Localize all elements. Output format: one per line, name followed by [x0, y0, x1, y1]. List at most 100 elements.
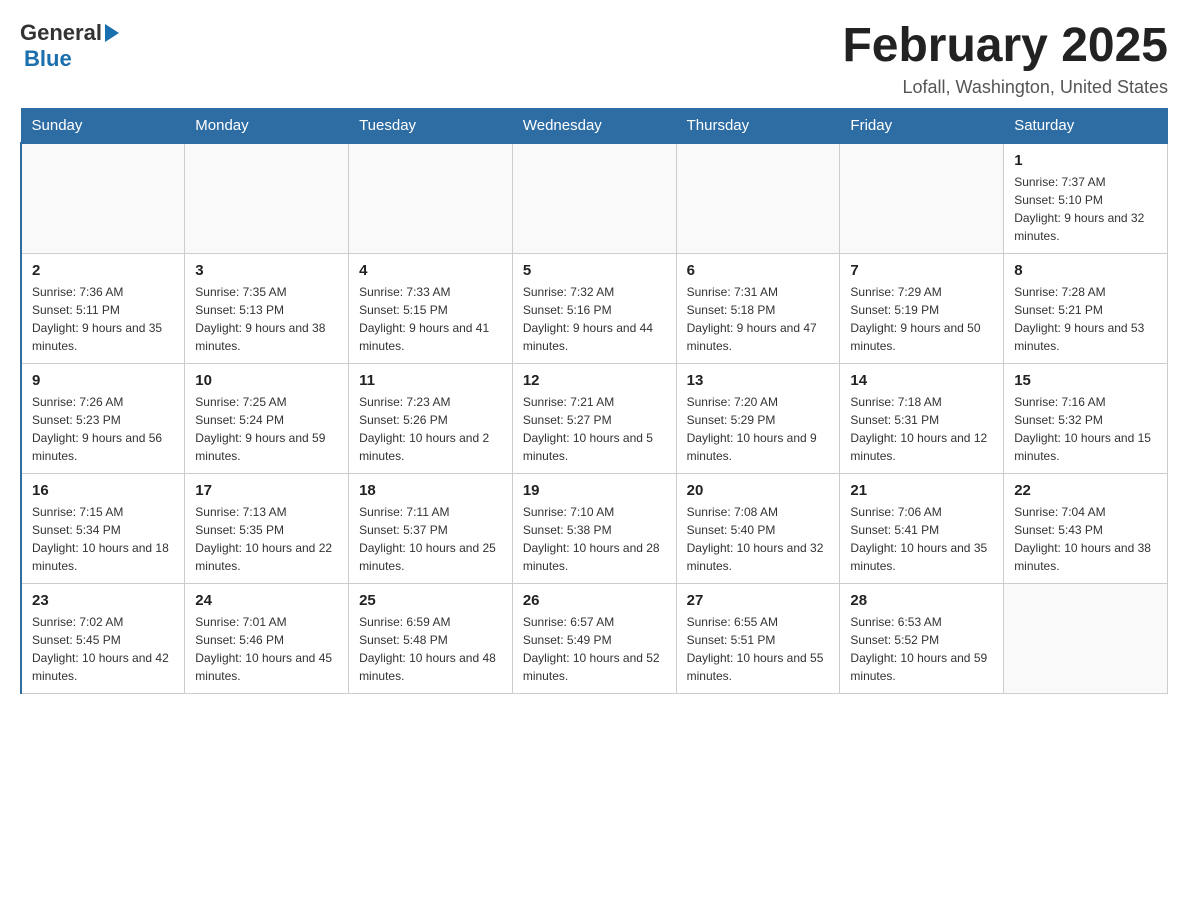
- day-number: 17: [195, 482, 338, 499]
- day-info: Sunrise: 7:35 AMSunset: 5:13 PMDaylight:…: [195, 283, 338, 355]
- calendar-subtitle: Lofall, Washington, United States: [842, 77, 1168, 98]
- day-number: 4: [359, 262, 502, 279]
- day-info: Sunrise: 7:04 AMSunset: 5:43 PMDaylight:…: [1014, 503, 1157, 575]
- day-number: 18: [359, 482, 502, 499]
- day-number: 19: [523, 482, 666, 499]
- calendar-cell: [1004, 583, 1168, 693]
- day-info: Sunrise: 7:10 AMSunset: 5:38 PMDaylight:…: [523, 503, 666, 575]
- day-number: 6: [687, 262, 830, 279]
- day-info: Sunrise: 7:18 AMSunset: 5:31 PMDaylight:…: [850, 393, 993, 465]
- calendar-cell: 16 Sunrise: 7:15 AMSunset: 5:34 PMDayligh…: [21, 473, 185, 583]
- day-number: 3: [195, 262, 338, 279]
- day-info: Sunrise: 7:11 AMSunset: 5:37 PMDaylight:…: [359, 503, 502, 575]
- calendar-cell: 2 Sunrise: 7:36 AMSunset: 5:11 PMDaylight…: [21, 253, 185, 363]
- calendar-body: 1 Sunrise: 7:37 AMSunset: 5:10 PMDaylight…: [21, 143, 1168, 694]
- calendar-cell: [512, 143, 676, 254]
- day-number: 2: [32, 262, 174, 279]
- calendar-cell: 23 Sunrise: 7:02 AMSunset: 5:45 PMDayligh…: [21, 583, 185, 693]
- day-number: 24: [195, 592, 338, 609]
- day-info: Sunrise: 7:23 AMSunset: 5:26 PMDaylight:…: [359, 393, 502, 465]
- day-number: 25: [359, 592, 502, 609]
- day-number: 7: [850, 262, 993, 279]
- day-number: 13: [687, 372, 830, 389]
- day-header-sunday: Sunday: [21, 108, 185, 143]
- day-header-monday: Monday: [185, 108, 349, 143]
- calendar-cell: 18 Sunrise: 7:11 AMSunset: 5:37 PMDayligh…: [349, 473, 513, 583]
- day-info: Sunrise: 7:06 AMSunset: 5:41 PMDaylight:…: [850, 503, 993, 575]
- page-header: General Blue February 2025 Lofall, Washi…: [20, 20, 1168, 98]
- calendar-cell: 22 Sunrise: 7:04 AMSunset: 5:43 PMDayligh…: [1004, 473, 1168, 583]
- calendar-cell: 21Sunrise: 7:06 AMSunset: 5:41 PMDayligh…: [840, 473, 1004, 583]
- day-number: 15: [1014, 372, 1157, 389]
- day-header-friday: Friday: [840, 108, 1004, 143]
- day-number: 20: [687, 482, 830, 499]
- logo-blue: Blue: [24, 46, 72, 72]
- calendar-cell: 9 Sunrise: 7:26 AMSunset: 5:23 PMDaylight…: [21, 363, 185, 473]
- calendar-cell: 24 Sunrise: 7:01 AMSunset: 5:46 PMDayligh…: [185, 583, 349, 693]
- day-info: Sunrise: 7:36 AMSunset: 5:11 PMDaylight:…: [32, 283, 174, 355]
- day-header-saturday: Saturday: [1004, 108, 1168, 143]
- calendar-cell: 17 Sunrise: 7:13 AMSunset: 5:35 PMDayligh…: [185, 473, 349, 583]
- calendar-cell: 8Sunrise: 7:28 AMSunset: 5:21 PMDaylight…: [1004, 253, 1168, 363]
- logo: General Blue: [20, 20, 119, 72]
- day-info: Sunrise: 7:01 AMSunset: 5:46 PMDaylight:…: [195, 613, 338, 685]
- days-header-row: SundayMondayTuesdayWednesdayThursdayFrid…: [21, 108, 1168, 143]
- day-info: Sunrise: 7:32 AMSunset: 5:16 PMDaylight:…: [523, 283, 666, 355]
- day-header-tuesday: Tuesday: [349, 108, 513, 143]
- calendar-cell: 15 Sunrise: 7:16 AMSunset: 5:32 PMDayligh…: [1004, 363, 1168, 473]
- week-row-1: 1 Sunrise: 7:37 AMSunset: 5:10 PMDaylight…: [21, 143, 1168, 254]
- day-header-thursday: Thursday: [676, 108, 840, 143]
- day-number: 16: [32, 482, 174, 499]
- day-info: Sunrise: 7:29 AMSunset: 5:19 PMDaylight:…: [850, 283, 993, 355]
- day-number: 27: [687, 592, 830, 609]
- day-info: Sunrise: 7:25 AMSunset: 5:24 PMDaylight:…: [195, 393, 338, 465]
- day-info: Sunrise: 7:15 AMSunset: 5:34 PMDaylight:…: [32, 503, 174, 575]
- calendar-table: SundayMondayTuesdayWednesdayThursdayFrid…: [20, 108, 1168, 694]
- calendar-cell: 6 Sunrise: 7:31 AMSunset: 5:18 PMDaylight…: [676, 253, 840, 363]
- day-header-wednesday: Wednesday: [512, 108, 676, 143]
- calendar-cell: 13 Sunrise: 7:20 AMSunset: 5:29 PMDayligh…: [676, 363, 840, 473]
- calendar-cell: 26Sunrise: 6:57 AMSunset: 5:49 PMDayligh…: [512, 583, 676, 693]
- day-info: Sunrise: 7:37 AMSunset: 5:10 PMDaylight:…: [1014, 173, 1157, 245]
- week-row-4: 16 Sunrise: 7:15 AMSunset: 5:34 PMDayligh…: [21, 473, 1168, 583]
- calendar-cell: 19 Sunrise: 7:10 AMSunset: 5:38 PMDayligh…: [512, 473, 676, 583]
- day-info: Sunrise: 7:26 AMSunset: 5:23 PMDaylight:…: [32, 393, 174, 465]
- day-number: 9: [32, 372, 174, 389]
- day-info: Sunrise: 7:20 AMSunset: 5:29 PMDaylight:…: [687, 393, 830, 465]
- calendar-cell: 20 Sunrise: 7:08 AMSunset: 5:40 PMDayligh…: [676, 473, 840, 583]
- day-number: 23: [32, 592, 174, 609]
- day-number: 5: [523, 262, 666, 279]
- day-info: Sunrise: 7:02 AMSunset: 5:45 PMDaylight:…: [32, 613, 174, 685]
- day-info: Sunrise: 7:21 AMSunset: 5:27 PMDaylight:…: [523, 393, 666, 465]
- week-row-2: 2 Sunrise: 7:36 AMSunset: 5:11 PMDaylight…: [21, 253, 1168, 363]
- calendar-cell: 28Sunrise: 6:53 AMSunset: 5:52 PMDayligh…: [840, 583, 1004, 693]
- calendar-title: February 2025: [842, 20, 1168, 73]
- calendar-cell: 14 Sunrise: 7:18 AMSunset: 5:31 PMDayligh…: [840, 363, 1004, 473]
- day-info: Sunrise: 7:33 AMSunset: 5:15 PMDaylight:…: [359, 283, 502, 355]
- day-info: Sunrise: 7:28 AMSunset: 5:21 PMDaylight:…: [1014, 283, 1157, 355]
- calendar-cell: 7 Sunrise: 7:29 AMSunset: 5:19 PMDaylight…: [840, 253, 1004, 363]
- calendar-header: SundayMondayTuesdayWednesdayThursdayFrid…: [21, 108, 1168, 143]
- logo-triangle-icon: [105, 24, 119, 42]
- day-number: 14: [850, 372, 993, 389]
- calendar-cell: [21, 143, 185, 254]
- calendar-cell: 10Sunrise: 7:25 AMSunset: 5:24 PMDayligh…: [185, 363, 349, 473]
- day-info: Sunrise: 6:59 AMSunset: 5:48 PMDaylight:…: [359, 613, 502, 685]
- day-number: 22: [1014, 482, 1157, 499]
- day-number: 12: [523, 372, 666, 389]
- day-info: Sunrise: 7:08 AMSunset: 5:40 PMDaylight:…: [687, 503, 830, 575]
- calendar-cell: 1 Sunrise: 7:37 AMSunset: 5:10 PMDaylight…: [1004, 143, 1168, 254]
- day-info: Sunrise: 6:53 AMSunset: 5:52 PMDaylight:…: [850, 613, 993, 685]
- day-info: Sunrise: 6:57 AMSunset: 5:49 PMDaylight:…: [523, 613, 666, 685]
- day-info: Sunrise: 6:55 AMSunset: 5:51 PMDaylight:…: [687, 613, 830, 685]
- day-info: Sunrise: 7:31 AMSunset: 5:18 PMDaylight:…: [687, 283, 830, 355]
- calendar-cell: 27 Sunrise: 6:55 AMSunset: 5:51 PMDayligh…: [676, 583, 840, 693]
- calendar-cell: [840, 143, 1004, 254]
- day-number: 1: [1014, 152, 1157, 169]
- logo-general: General: [20, 20, 102, 46]
- calendar-cell: 5 Sunrise: 7:32 AMSunset: 5:16 PMDaylight…: [512, 253, 676, 363]
- day-info: Sunrise: 7:13 AMSunset: 5:35 PMDaylight:…: [195, 503, 338, 575]
- day-info: Sunrise: 7:16 AMSunset: 5:32 PMDaylight:…: [1014, 393, 1157, 465]
- calendar-cell: 3 Sunrise: 7:35 AMSunset: 5:13 PMDaylight…: [185, 253, 349, 363]
- week-row-3: 9 Sunrise: 7:26 AMSunset: 5:23 PMDaylight…: [21, 363, 1168, 473]
